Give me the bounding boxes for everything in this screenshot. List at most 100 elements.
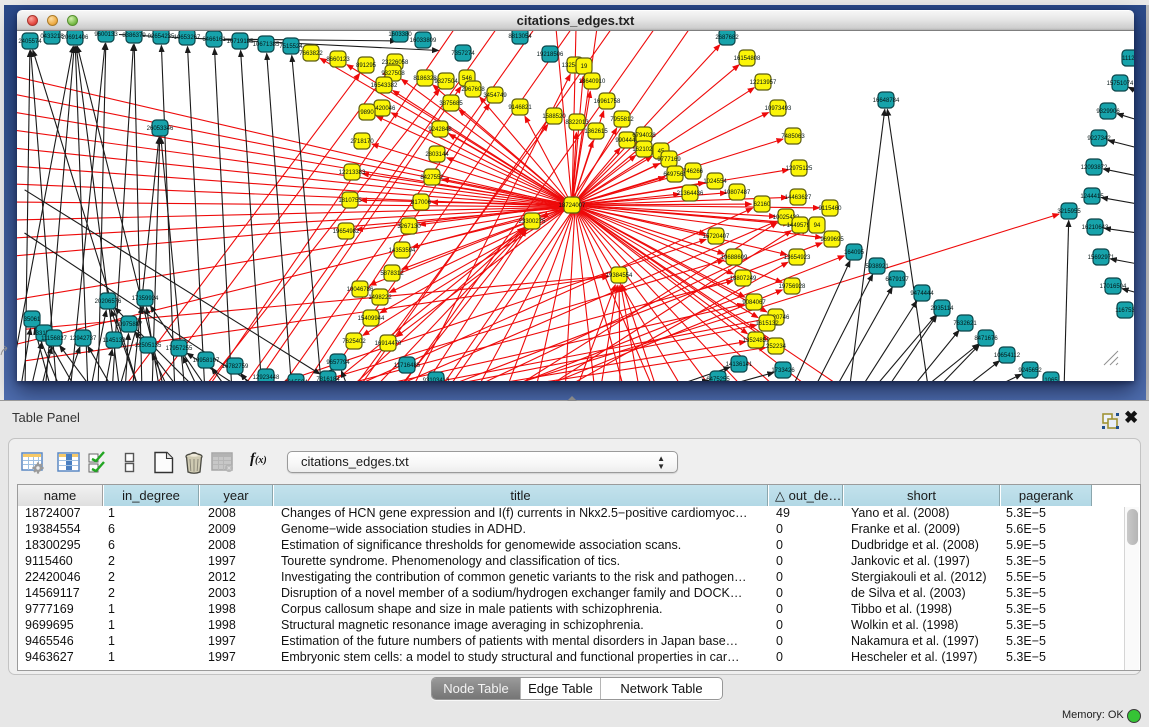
svg-text:2687682: 2687682 — [715, 35, 739, 41]
svg-text:5938921: 5938921 — [865, 264, 889, 270]
svg-text:9329906: 9329906 — [1096, 109, 1120, 115]
svg-text:20206576: 20206576 — [95, 299, 122, 305]
svg-text:9327508: 9327508 — [381, 71, 405, 77]
svg-text:1362615: 1362615 — [584, 129, 608, 135]
svg-text:3215955: 3215955 — [1057, 209, 1081, 215]
svg-text:116753: 116753 — [1115, 308, 1134, 314]
svg-text:10653267: 10653267 — [174, 35, 201, 41]
svg-text:11716485: 11716485 — [394, 363, 421, 369]
svg-text:6794028: 6794028 — [632, 133, 656, 139]
svg-text:7515524: 7515524 — [279, 44, 303, 50]
svg-text:5878312: 5878312 — [380, 271, 404, 277]
svg-text:2718170: 2718170 — [350, 139, 374, 145]
svg-text:93103413: 93103413 — [423, 378, 450, 381]
svg-text:18724007: 18724007 — [559, 203, 586, 209]
svg-text:9890: 9890 — [360, 110, 374, 116]
svg-text:8660123: 8660123 — [326, 57, 350, 63]
svg-text:10975887: 10975887 — [116, 322, 143, 328]
svg-text:12505135: 12505135 — [135, 343, 162, 349]
svg-text:6475255: 6475255 — [706, 377, 730, 381]
svg-text:16033809: 16033809 — [410, 38, 437, 44]
svg-text:19: 19 — [581, 64, 588, 70]
svg-text:15720407: 15720407 — [703, 234, 730, 240]
svg-text:8813054: 8813054 — [508, 34, 532, 40]
svg-text:18640910: 18640910 — [579, 79, 606, 85]
svg-text:1498222: 1498222 — [368, 295, 392, 301]
svg-text:9146821: 9146821 — [508, 105, 532, 111]
svg-text:9657794: 9657794 — [326, 360, 350, 366]
svg-text:7955812: 7955812 — [610, 117, 634, 123]
svg-text:16782759: 16782759 — [222, 364, 249, 370]
svg-text:15409944: 15409944 — [358, 316, 385, 322]
svg-text:16961758: 16961758 — [594, 99, 621, 105]
svg-text:9245652: 9245652 — [1018, 368, 1042, 374]
svg-text:9327504: 9327504 — [434, 79, 458, 85]
svg-text:62160: 62160 — [754, 202, 771, 208]
svg-text:10671385: 10671385 — [253, 42, 280, 48]
svg-text:9227342: 9227342 — [1087, 136, 1111, 142]
svg-text:10046786: 10046786 — [347, 287, 374, 293]
svg-text:7663822: 7663822 — [299, 51, 323, 57]
svg-text:13654923: 13654923 — [784, 255, 811, 261]
svg-text:9699695: 9699695 — [820, 237, 844, 243]
svg-text:02654235: 02654235 — [148, 34, 175, 40]
svg-text:1615594: 1615594 — [284, 380, 308, 381]
svg-text:9600133: 9600133 — [94, 32, 118, 38]
svg-text:19218506: 19218506 — [537, 52, 564, 58]
svg-text:3454749: 3454749 — [483, 93, 507, 99]
svg-text:12213957: 12213957 — [750, 80, 777, 86]
svg-text:1615132: 1615132 — [755, 321, 779, 327]
svg-text:16210643: 16210643 — [1082, 225, 1109, 231]
svg-text:17359924: 17359924 — [132, 296, 159, 302]
svg-text:35061: 35061 — [24, 317, 41, 323]
svg-text:2935114: 2935114 — [931, 306, 955, 312]
svg-text:10973493: 10973493 — [765, 106, 792, 112]
svg-text:6466161: 6466161 — [202, 37, 226, 43]
svg-text:8427552: 8427552 — [420, 175, 444, 181]
svg-text:1733426: 1733426 — [771, 368, 795, 374]
svg-text:1065: 1065 — [1044, 378, 1058, 381]
svg-text:16543382: 16543382 — [371, 83, 398, 89]
svg-text:7625402: 7625402 — [342, 339, 366, 345]
svg-text:2803144: 2803144 — [425, 152, 449, 158]
svg-text:9115460: 9115460 — [819, 206, 843, 212]
svg-text:252234: 252234 — [766, 344, 787, 350]
svg-text:164095: 164095 — [844, 250, 865, 256]
svg-text:1244415: 1244415 — [1080, 194, 1104, 200]
svg-text:26053346: 26053346 — [147, 126, 174, 132]
svg-text:1024554: 1024554 — [703, 179, 727, 185]
svg-text:19384554: 19384554 — [606, 273, 633, 279]
svg-text:17016504: 17016504 — [1100, 284, 1127, 290]
svg-text:16648784: 16648784 — [873, 98, 900, 104]
svg-text:20691406: 20691406 — [62, 35, 89, 41]
svg-text:16154808: 16154808 — [734, 56, 761, 62]
svg-text:3875685: 3875685 — [439, 101, 463, 107]
svg-text:1810755: 1810755 — [338, 198, 362, 204]
svg-text:19756928: 19756928 — [779, 284, 806, 290]
svg-text:8471676: 8471676 — [974, 336, 998, 342]
svg-text:746266: 746266 — [683, 169, 704, 175]
svg-text:7357274: 7357274 — [451, 51, 475, 57]
svg-text:10719185: 10719185 — [227, 39, 254, 45]
svg-text:817006: 817006 — [411, 200, 432, 206]
svg-text:2967608: 2967608 — [461, 87, 485, 93]
svg-text:11156827: 11156827 — [41, 336, 67, 342]
svg-text:19654982: 19654982 — [333, 229, 360, 235]
svg-text:6479197: 6479197 — [885, 277, 909, 283]
svg-text:891295: 891295 — [356, 63, 377, 69]
svg-text:10654112: 10654112 — [994, 353, 1021, 359]
svg-text:12923448: 12923448 — [253, 375, 280, 381]
svg-text:17957255: 17957255 — [166, 346, 193, 352]
svg-text:12093872: 12093872 — [1081, 165, 1108, 171]
svg-text:1588520: 1588520 — [542, 114, 566, 120]
svg-text:15751074: 15751074 — [1107, 81, 1134, 87]
svg-text:9242848: 9242848 — [428, 127, 452, 133]
svg-text:14463627: 14463627 — [785, 195, 812, 201]
svg-text:11123: 11123 — [1122, 56, 1134, 62]
svg-text:10807487: 10807487 — [724, 190, 751, 196]
svg-text:15692971: 15692971 — [1088, 255, 1115, 261]
svg-text:3267130: 3267130 — [397, 224, 421, 230]
svg-text:10688609: 10688609 — [721, 255, 748, 261]
svg-text:12213383: 12213383 — [339, 170, 366, 176]
svg-text:9084067: 9084067 — [742, 300, 766, 306]
